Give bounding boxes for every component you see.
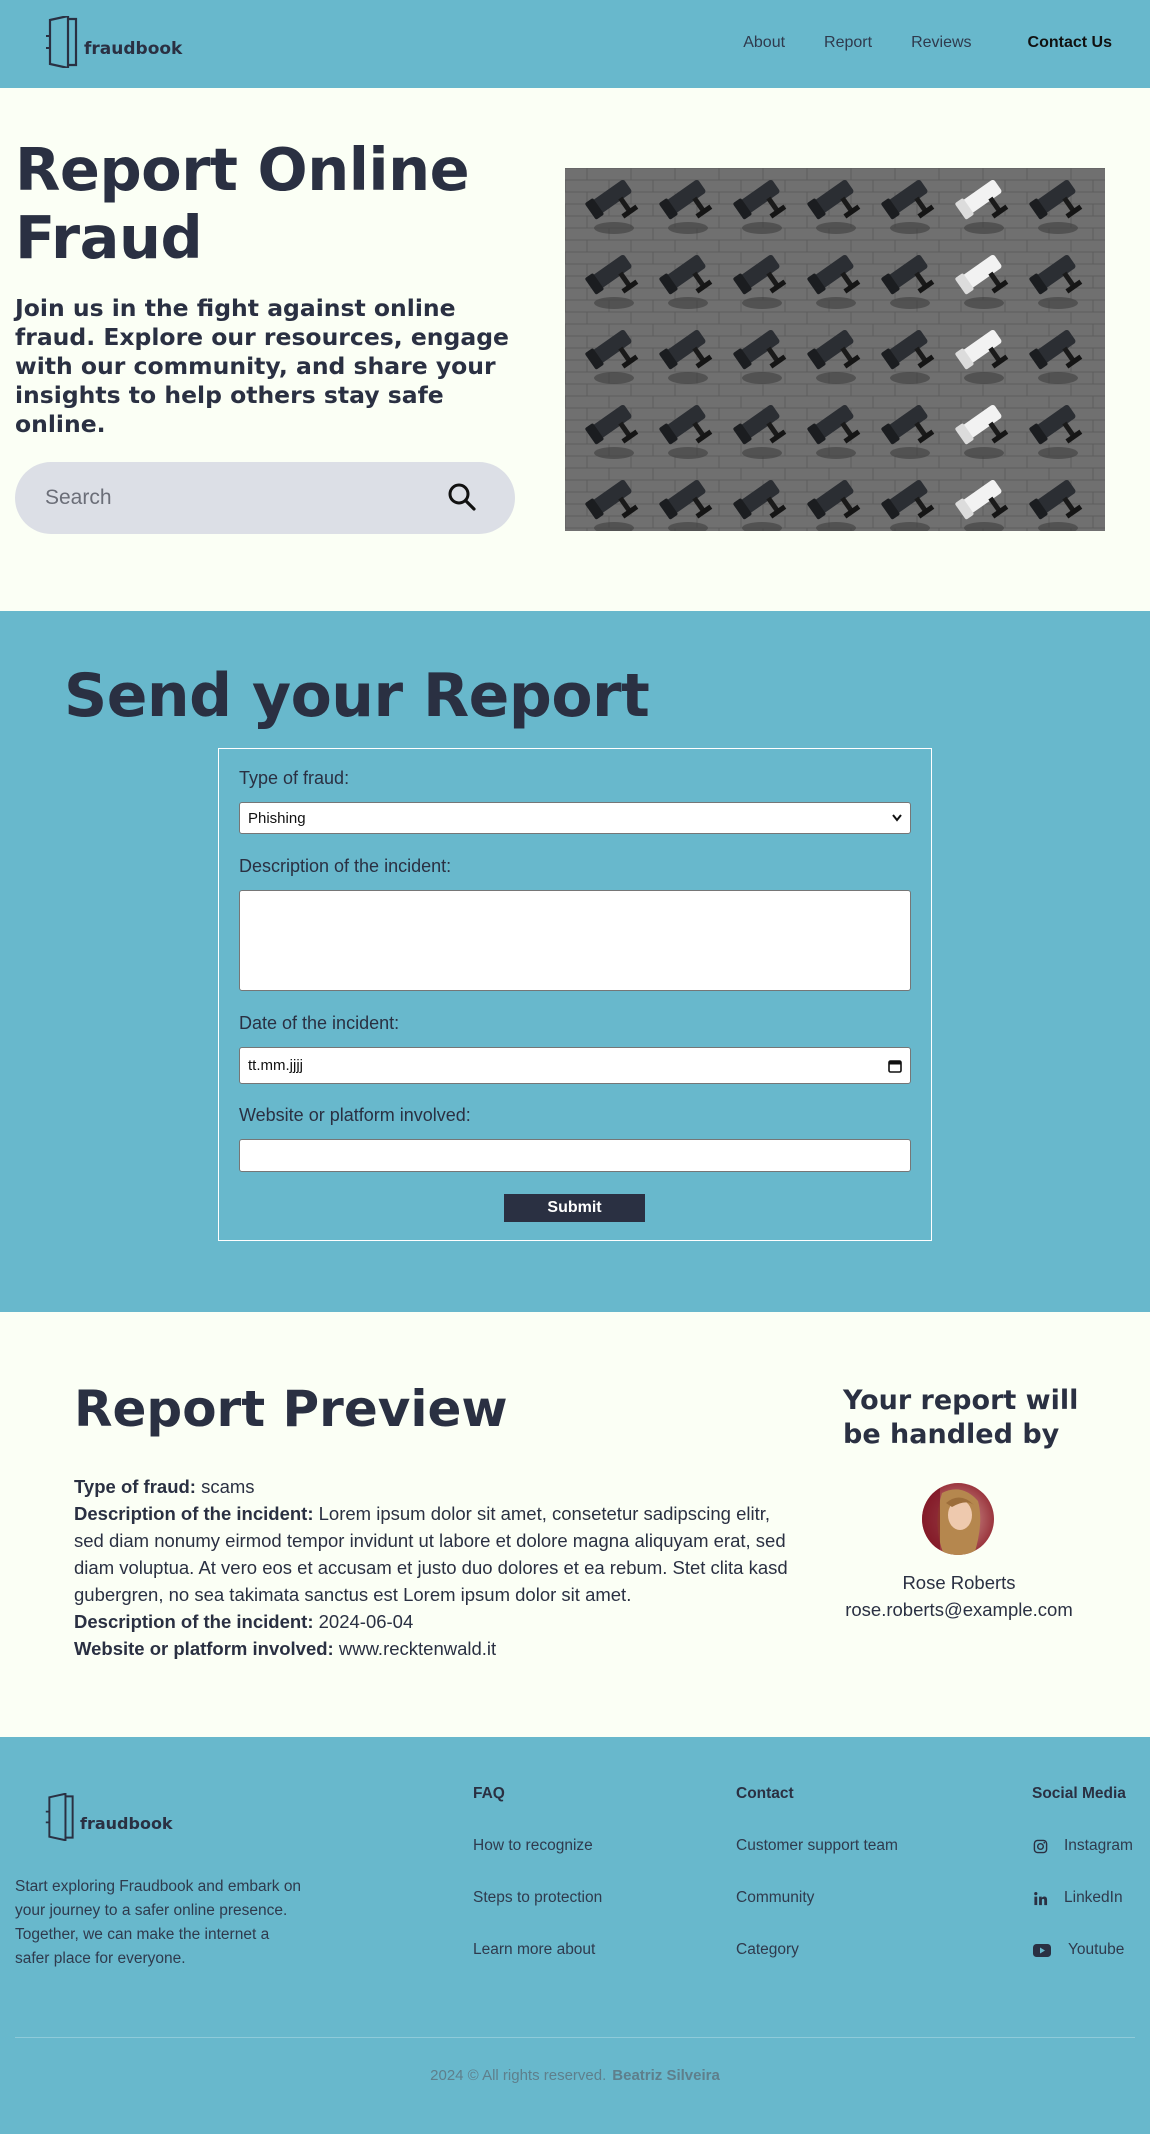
preview-heading: Report Preview: [74, 1380, 508, 1438]
preview-description-row: Description of the incident: Lorem ipsum…: [74, 1500, 800, 1608]
report-heading: Send your Report: [64, 661, 650, 731]
social-instagram-label: Instagram: [1064, 1837, 1133, 1854]
linkedin-icon: [1032, 1890, 1048, 1906]
preview-website-label: Website or platform involved:: [74, 1638, 334, 1659]
search-icon[interactable]: [447, 482, 477, 512]
main-nav: About Report Reviews Contact Us: [704, 34, 1112, 52]
footer-divider: [15, 2037, 1135, 2038]
preview-date-value: 2024-06-04: [318, 1611, 414, 1632]
fraud-type-select[interactable]: Phishing: [239, 802, 911, 834]
instagram-icon: [1032, 1838, 1048, 1854]
description-label: Description of the incident:: [239, 856, 452, 876]
preview-description-label: Description of the incident:: [74, 1503, 314, 1524]
preview-date-label: Description of the incident:: [74, 1611, 314, 1632]
copyright-author[interactable]: Beatriz Silveira: [612, 2067, 720, 2084]
report-form: Type of fraud: Phishing Description of t…: [218, 748, 932, 1241]
nav-report[interactable]: Report: [824, 34, 872, 52]
brand-logo[interactable]: fraudbook: [44, 16, 182, 68]
social-instagram[interactable]: Instagram: [1032, 1837, 1133, 1855]
nav-about[interactable]: About: [743, 34, 785, 52]
footer-faq-link[interactable]: Steps to protection: [473, 1889, 602, 1907]
handler-name: Rose Roberts: [902, 1572, 1016, 1593]
preview-type-label: Type of fraud:: [74, 1476, 196, 1497]
footer-faq-link[interactable]: Learn more about: [473, 1941, 595, 1959]
fraud-type-value: Phishing: [248, 809, 306, 827]
fraud-type-label: Type of fraud:: [239, 768, 350, 788]
logo-door-icon: [46, 16, 78, 68]
preview-details: Type of fraud: scams Description of the …: [74, 1473, 800, 1662]
website-label: Website or platform involved:: [239, 1105, 471, 1125]
footer-about-text: Start exploring Fraudbook and embark on …: [15, 1878, 302, 1967]
chevron-down-icon: [892, 814, 902, 822]
footer-faq-link[interactable]: How to recognize: [473, 1837, 593, 1855]
social-linkedin[interactable]: LinkedIn: [1032, 1889, 1123, 1907]
handler-heading: Your report will be handled by: [843, 1385, 1079, 1450]
calendar-icon[interactable]: [888, 1059, 902, 1073]
footer-faq-title: FAQ: [473, 1785, 505, 1802]
nav-reviews[interactable]: Reviews: [911, 34, 971, 52]
brand-name: fraudbook: [84, 39, 183, 59]
footer-logo[interactable]: fraudbook: [44, 1793, 173, 1841]
preview-type-row: Type of fraud: scams: [74, 1473, 800, 1500]
hero-subtitle: Join us in the fight against online frau…: [15, 294, 509, 438]
social-linkedin-label: LinkedIn: [1064, 1889, 1123, 1906]
date-placeholder: tt.mm.jjjj: [248, 1057, 303, 1074]
copyright-text: 2024 © All rights reserved.: [430, 2067, 607, 2084]
hero-title: Report Online Fraud: [15, 135, 470, 272]
footer-contact-link[interactable]: Category: [736, 1941, 799, 1959]
social-youtube-label: Youtube: [1068, 1941, 1125, 1958]
preview-date-row: Description of the incident: 2024-06-04: [74, 1608, 800, 1635]
social-youtube[interactable]: Youtube: [1032, 1941, 1124, 1959]
preview-type-value: scams: [201, 1476, 255, 1497]
handler-email[interactable]: rose.roberts@example.com: [843, 1599, 1075, 1621]
footer-brand-name: fraudbook: [80, 1813, 173, 1833]
description-textarea[interactable]: [239, 890, 911, 991]
date-label: Date of the incident:: [239, 1013, 400, 1033]
send-report-section: Send your Report Type of fraud: Phishing…: [0, 611, 1150, 1312]
youtube-icon: [1032, 1942, 1051, 1958]
nav-contact-us[interactable]: Contact Us: [1028, 34, 1112, 52]
security-cameras-image: [565, 168, 1105, 531]
logo-door-icon: [45, 1793, 74, 1841]
preview-website-value: www.recktenwald.it: [338, 1638, 497, 1659]
footer-contact-title: Contact: [736, 1785, 794, 1802]
site-header: fraudbook About Report Reviews Contact U…: [0, 0, 1150, 88]
submit-button[interactable]: Submit: [504, 1194, 645, 1222]
search-bar: [15, 462, 515, 534]
avatar: [922, 1483, 994, 1555]
search-input[interactable]: [45, 486, 425, 510]
site-footer: fraudbook Start exploring Fraudbook and …: [0, 1737, 1150, 2134]
date-input[interactable]: tt.mm.jjjj: [239, 1047, 911, 1084]
footer-contact-link[interactable]: Community: [736, 1889, 814, 1907]
preview-website-row: Website or platform involved: www.reckte…: [74, 1635, 800, 1662]
footer-social-title: Social Media: [1032, 1785, 1126, 1802]
copyright-line: 2024 © All rights reserved. Beatriz Silve…: [0, 2067, 1150, 2084]
footer-contact-link[interactable]: Customer support team: [736, 1837, 898, 1855]
website-input[interactable]: [239, 1139, 911, 1172]
